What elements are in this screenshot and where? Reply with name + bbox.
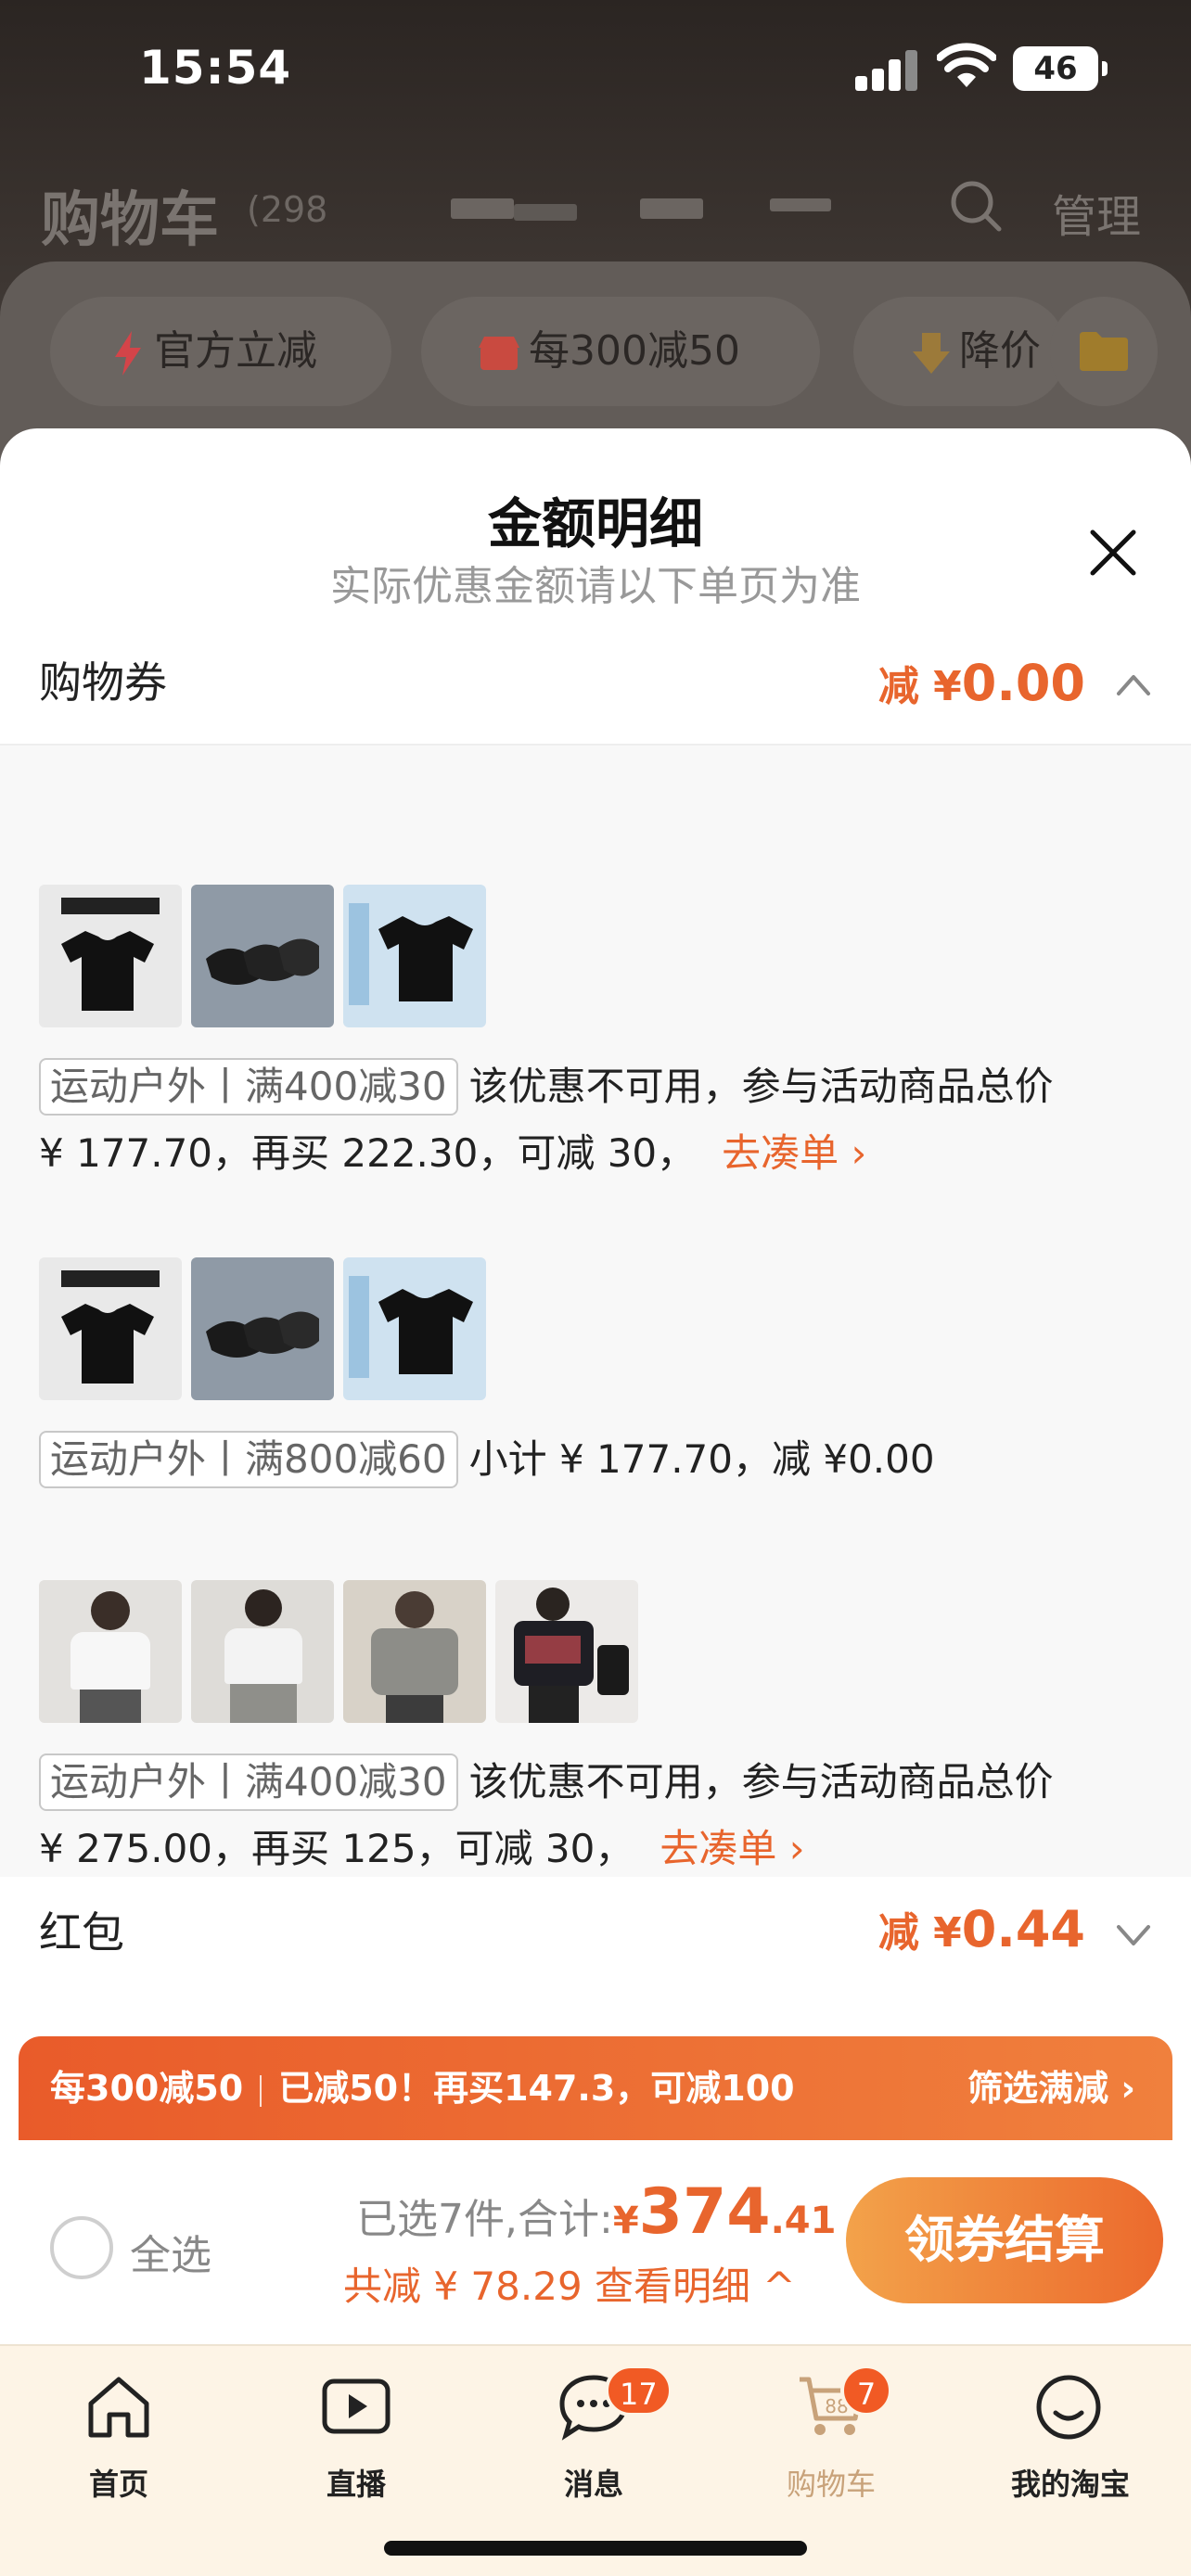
promo-banner-text: 每300减50 已减50！再买147.3，可减100 [50, 2036, 795, 2140]
red-packet-row[interactable]: 红包 减 ¥0.44 [0, 1877, 1191, 1979]
checkout-button[interactable]: 领券结算 [846, 2177, 1163, 2303]
promo-tag: 运动户外丨满400减30 [39, 1753, 458, 1811]
status-bar: 15:54 46 [0, 0, 1191, 139]
total-decimal: .41 [770, 2200, 837, 2242]
shop-icon [479, 337, 519, 370]
promo-text: 运动户外丨满400减30 该优惠不可用，参与活动商品总价 [39, 1749, 1180, 1816]
product-thumb-socks [191, 885, 334, 1027]
product-thumb-tshirt-blue [343, 1257, 486, 1400]
promo-detail: ¥ 177.70，再买 222.30，可减 30， 去凑单 › [39, 1120, 1180, 1187]
product-thumb-white-top [39, 1580, 182, 1723]
message-badge: 17 [605, 2365, 672, 2417]
sheet-title: 金额明细 [487, 492, 703, 555]
total-currency: ¥ [612, 2200, 639, 2242]
tab-label: 购物车 [786, 2467, 876, 2502]
product-thumb-white-back [191, 1580, 334, 1723]
red-packet-label: 红包 [39, 1907, 124, 1958]
product-thumb-tshirt-blue [343, 885, 486, 1027]
folder-button[interactable] [1050, 297, 1158, 406]
filter-chip-price-drop[interactable]: 降价 [853, 297, 1067, 406]
status-time: 15:54 [139, 41, 292, 95]
live-play-icon [322, 2378, 391, 2434]
manage-button[interactable]: 管理 [1052, 180, 1141, 245]
add-items-link[interactable]: 去凑单 › [660, 1826, 804, 1871]
total-integer: 374 [638, 2175, 771, 2249]
tab-label: 直播 [326, 2467, 386, 2502]
coupon-amount-value: 0.00 [961, 654, 1085, 712]
filter-chip-label: 降价 [959, 327, 1041, 375]
red-packet-amount-value: 0.44 [961, 1900, 1085, 1958]
filter-discount-button[interactable]: 筛选满减 › [967, 2036, 1135, 2140]
product-thumb-tshirts [39, 885, 182, 1027]
promo-status-text: 该优惠不可用，参与活动商品总价 [468, 1759, 1054, 1804]
red-packet-amount-prefix: 减 ¥ [877, 1909, 962, 1957]
promo-banner-part1: 每300减50 [50, 2068, 244, 2109]
tab-home[interactable]: 首页 [0, 2346, 237, 2513]
coupon-amount: 减 ¥0.00 [878, 653, 1085, 712]
chevron-up-icon[interactable] [1113, 664, 1154, 705]
tab-my-taobao[interactable]: 我的淘宝 [950, 2346, 1191, 2513]
filter-chip-300-50[interactable]: 每300减50 [421, 297, 820, 406]
page-title: 购物车 [41, 186, 219, 255]
chevron-down-icon[interactable] [1113, 1914, 1154, 1955]
promo-subtotal-text: 小计 ¥ 177.70，减 ¥0.00 [468, 1436, 935, 1482]
cellular-signal-icon [855, 50, 920, 91]
product-thumb-sport-shirt [495, 1580, 638, 1723]
product-thumb-tshirts [39, 1257, 182, 1400]
coupon-row[interactable]: 购物券 减 ¥0.00 [0, 632, 1191, 734]
select-all-label[interactable]: 全选 [130, 2222, 211, 2281]
promo-detail: ¥ 275.00，再买 125，可减 30， 去凑单 › [39, 1816, 1180, 1882]
cart-count: (298 [247, 189, 328, 230]
cart-badge: 7 [840, 2365, 892, 2417]
filter-chip-label: 每300减50 [529, 327, 740, 375]
promo-tag: 运动户外丨满400减30 [39, 1058, 458, 1116]
battery-icon: 46 [1013, 46, 1108, 91]
filter-chip-official[interactable]: 官方立减 [50, 297, 391, 406]
home-icon [88, 2377, 149, 2438]
folder-icon [1080, 332, 1128, 371]
tab-label: 消息 [563, 2467, 623, 2502]
close-icon[interactable] [1085, 525, 1141, 580]
tab-label: 首页 [88, 2467, 148, 2502]
add-items-link[interactable]: 去凑单 › [722, 1130, 866, 1176]
down-arrow-icon [913, 333, 950, 374]
promo-banner-part2: 已减50！再买147.3，可减100 [278, 2068, 795, 2109]
selected-total: 已选7件,合计:¥374.41 [356, 2175, 836, 2249]
smile-face-icon [1036, 2375, 1101, 2440]
promo-tag: 运动户外丨满800减60 [39, 1431, 458, 1488]
coupon-amount-prefix: 减 ¥ [877, 663, 962, 710]
divider [260, 2074, 263, 2107]
filter-chip-label: 官方立减 [154, 327, 317, 375]
tab-messages[interactable]: 17 消息 [475, 2346, 712, 2513]
lightning-icon [115, 331, 141, 376]
product-thumb-grey-longsleeve [343, 1580, 486, 1723]
coupon-label: 购物券 [39, 657, 167, 708]
tab-live[interactable]: 直播 [237, 2346, 475, 2513]
tab-cart[interactable]: 88 7 购物车 [712, 2346, 950, 2513]
promo-detail-text: ¥ 275.00，再买 125，可减 30， [39, 1826, 634, 1871]
checkout-bar: 全选 已选7件,合计:¥374.41 共减 ¥ 78.29 查看明细 ^ 领券结… [0, 2140, 1191, 2344]
wifi-icon [937, 43, 996, 87]
promo-banner[interactable]: 每300减50 已减50！再买147.3，可减100 筛选满减 › [19, 2036, 1172, 2140]
promo-detail-text: ¥ 177.70，再买 222.30，可减 30， [39, 1130, 697, 1176]
view-details-link[interactable]: 共减 ¥ 78.29 查看明细 ^ [343, 2255, 796, 2312]
amount-detail-sheet: 金额明细 实际优惠金额请以下单页为准 购物券 减 ¥0.00 运动户外丨满400… [0, 428, 1191, 2576]
select-all-radio[interactable] [50, 2216, 113, 2279]
selected-text: 已选7件,合计: [356, 2196, 613, 2243]
red-packet-amount: 减 ¥0.44 [878, 1899, 1085, 1958]
promo-text: 运动户外丨满800减60 小计 ¥ 177.70，减 ¥0.00 [39, 1426, 1180, 1493]
promo-status-text: 该优惠不可用，参与活动商品总价 [468, 1064, 1054, 1109]
coupon-detail-list: 运动户外丨满400减30 该优惠不可用，参与活动商品总价 ¥ 177.70，再买 … [0, 744, 1191, 1877]
product-thumb-socks [191, 1257, 334, 1400]
promo-text: 运动户外丨满400减30 该优惠不可用，参与活动商品总价 [39, 1053, 1180, 1120]
sheet-subtitle: 实际优惠金额请以下单页为准 [330, 563, 861, 610]
search-icon[interactable] [948, 178, 1004, 234]
tab-label: 我的淘宝 [1010, 2467, 1130, 2502]
cart-header: 购物车 (298 管理 [0, 158, 1191, 260]
home-indicator [384, 2541, 807, 2556]
